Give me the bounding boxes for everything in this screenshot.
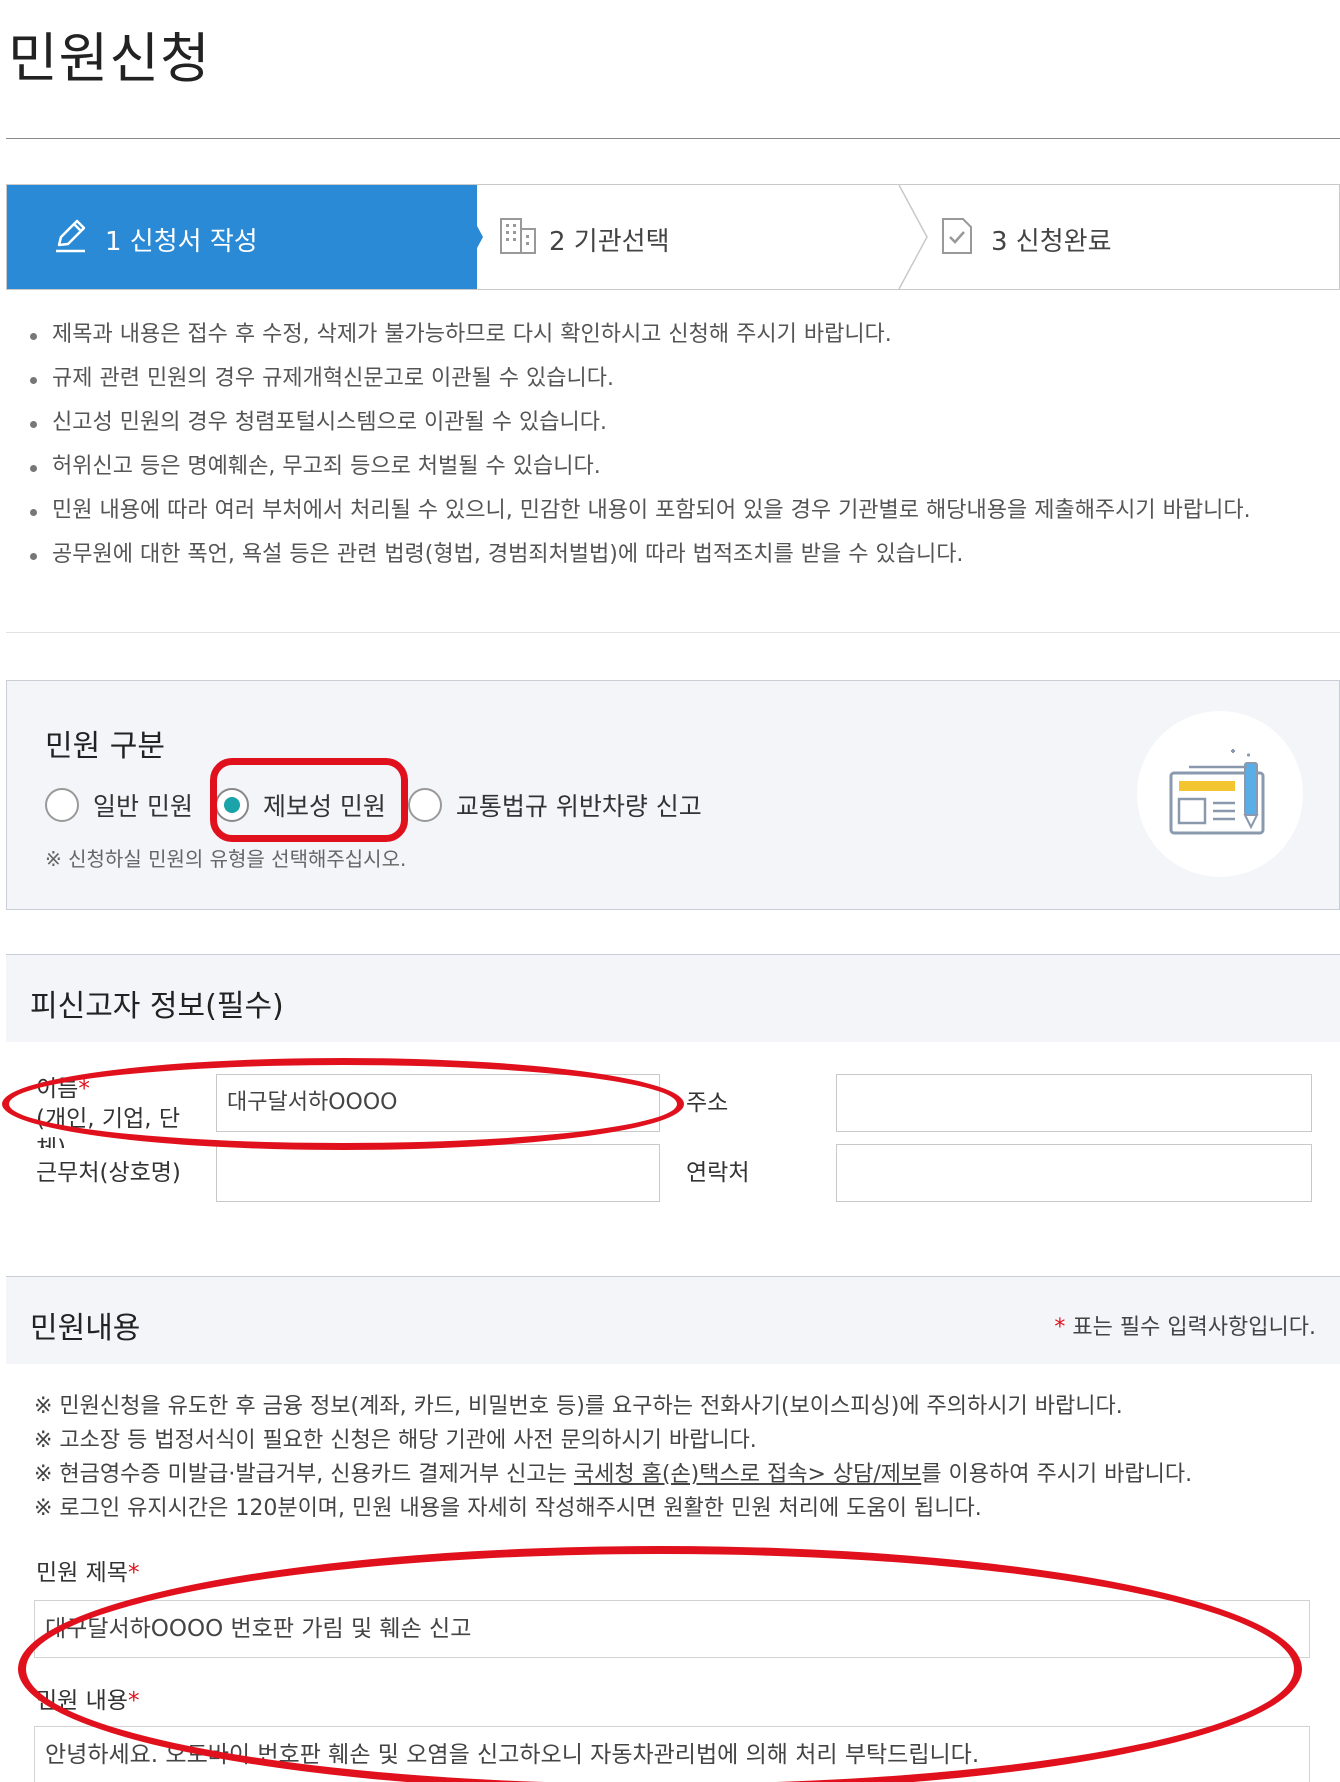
respondent-section-header: 피신고자 정보(필수)	[6, 954, 1340, 1042]
warning-item: ※ 로그인 유지시간은 120분이며, 민원 내용을 자세히 작성해주시면 원활…	[34, 1496, 982, 1521]
document-check-icon	[942, 218, 972, 254]
step-1-arrow	[455, 185, 483, 289]
complaint-type-note: ※ 신청하실 민원의 유형을 선택해주십시오.	[45, 847, 407, 871]
contact-input[interactable]	[836, 1144, 1312, 1202]
building-icon	[500, 218, 536, 254]
hometax-link[interactable]: 국세청 홈(손)택스로 접속> 상담/제보	[574, 1462, 921, 1487]
radio-general-complaint[interactable]	[45, 788, 79, 822]
complaint-type-panel: 민원 구분 일반 민원 제보성 민원 교통법규 위반차량 신고 ※ 신청하실 민…	[6, 680, 1340, 910]
form-illustration	[1137, 711, 1303, 877]
highlight-name-field	[2, 1058, 684, 1150]
notice-item: 공무원에 대한 폭언, 욕설 등은 관련 법령(형법, 경범죄처벌법)에 따라 …	[24, 538, 1324, 572]
content-section-header: 민원내용 * 표는 필수 입력사항입니다.	[6, 1276, 1340, 1364]
radio-label-general[interactable]: 일반 민원	[93, 787, 193, 823]
step-separator	[898, 185, 928, 289]
workplace-label: 근무처(상호명)	[36, 1160, 181, 1186]
subject-label: 민원 제목*	[36, 1560, 140, 1586]
notice-item: 제목과 내용은 접수 후 수정, 삭제가 불가능하므로 다시 확인하시고 신청해…	[24, 318, 1324, 352]
warning-list: ※ 민원신청을 유도한 후 금융 정보(계좌, 카드, 비밀번호 등)를 요구하…	[34, 1390, 1192, 1526]
warning-item: ※ 현금영수증 미발급·발급거부, 신용카드 결제거부 신고는 국세청 홈(손)…	[34, 1462, 1193, 1487]
contact-label: 연락처	[686, 1160, 750, 1186]
radio-traffic-violation[interactable]	[407, 788, 442, 822]
step-indicator: 1 신청서 작성 2 기관선택 3 신청완료	[6, 184, 1340, 290]
highlight-selected-type	[210, 758, 408, 842]
warning-item: ※ 민원신청을 유도한 후 금융 정보(계좌, 카드, 비밀번호 등)를 요구하…	[34, 1394, 1123, 1419]
radio-label-traffic[interactable]: 교통법규 위반차량 신고	[456, 787, 702, 823]
step-2-label: 2 기관선택	[549, 227, 670, 257]
workplace-input[interactable]	[216, 1144, 660, 1202]
page-title: 민원신청	[8, 27, 211, 90]
warning-item: ※ 고소장 등 법정서식이 필요한 신청은 해당 기관에 사전 문의하시기 바랍…	[34, 1428, 757, 1453]
notice-divider	[6, 632, 1340, 633]
notice-item: 규제 관련 민원의 경우 규제개혁신문고로 이관될 수 있습니다.	[24, 362, 1324, 396]
form-writing-icon	[1169, 749, 1265, 835]
step-1-label: 1 신청서 작성	[105, 227, 258, 257]
notice-item: 허위신고 등은 명예훼손, 무고죄 등으로 처벌될 수 있습니다.	[24, 450, 1324, 484]
step-1: 1 신청서 작성	[7, 185, 477, 289]
required-note: * 표는 필수 입력사항입니다.	[1054, 1315, 1316, 1340]
title-divider	[6, 138, 1340, 139]
highlight-content-fields	[18, 1546, 1302, 1782]
notice-item: 신고성 민원의 경우 청렴포털시스템으로 이관될 수 있습니다.	[24, 406, 1324, 440]
pencil-icon	[56, 219, 86, 253]
address-input[interactable]	[836, 1074, 1312, 1132]
respondent-section-title: 피신고자 정보(필수)	[30, 989, 284, 1024]
complaint-type-title: 민원 구분	[45, 729, 165, 764]
notice-item: 민원 내용에 따라 여러 부처에서 처리될 수 있으니, 민감한 내용이 포함되…	[24, 494, 1324, 528]
notice-list: 제목과 내용은 접수 후 수정, 삭제가 불가능하므로 다시 확인하시고 신청해…	[24, 318, 1324, 582]
step-3-label: 3 신청완료	[991, 227, 1112, 257]
address-label: 주소	[686, 1090, 729, 1116]
content-section-title: 민원내용	[30, 1311, 141, 1346]
required-star: *	[127, 1560, 140, 1586]
